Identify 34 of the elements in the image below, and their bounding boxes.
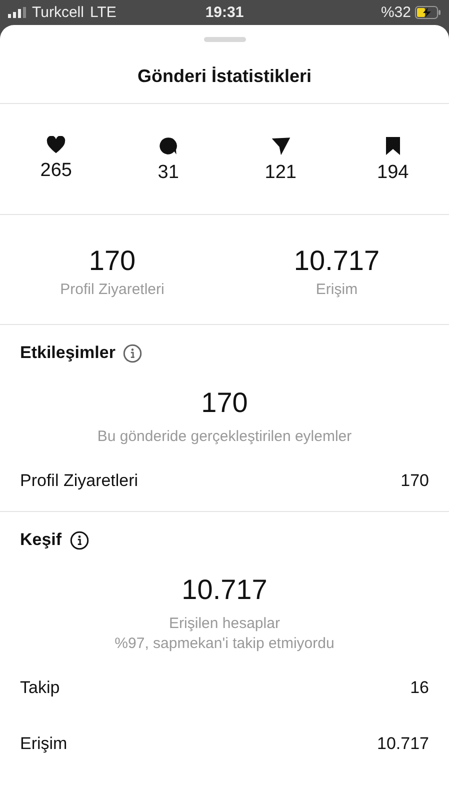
stat-count: 194: [377, 162, 409, 184]
bookmark-icon: [384, 136, 401, 156]
row-label: Profil Ziyaretleri: [20, 471, 138, 491]
carrier-name: Turkcell: [32, 4, 84, 21]
info-icon[interactable]: [70, 530, 89, 550]
caption: Bu gönderide gerçekleştirilen eylemler: [97, 428, 352, 445]
stat-count: 121: [264, 162, 296, 184]
paper-plane-icon: [270, 136, 291, 156]
battery-charging-icon: [415, 6, 441, 19]
caption: %97, sapmekan'i takip etmiyordu: [114, 635, 334, 652]
caption: Erişilen hesaplar: [169, 615, 280, 632]
metric-value: 10.717: [294, 245, 380, 277]
section-value: 10.717: [182, 574, 268, 606]
section-title: Keşif: [20, 530, 62, 550]
row-value: 10.717: [377, 734, 429, 754]
signal-icon: [8, 7, 26, 18]
stat-count: 265: [40, 160, 72, 182]
row-label: Takip: [20, 678, 60, 698]
speech-bubble-icon: [158, 136, 178, 156]
battery-percent: %32: [380, 4, 411, 21]
heart-icon: [46, 136, 66, 154]
sheet-title: Gönderi İstatistikleri: [136, 65, 313, 88]
metric-label: Erişim: [316, 281, 358, 298]
metric-value: 170: [88, 245, 136, 277]
row-value: 16: [410, 678, 429, 698]
row-value: 170: [400, 471, 429, 491]
section-value: 170: [201, 387, 248, 419]
network-type: LTE: [90, 4, 116, 21]
clock: 19:31: [205, 4, 244, 21]
section-title: Etkileşimler: [20, 343, 116, 363]
metric-label: Profil Ziyaretleri: [60, 281, 164, 298]
stat-count: 31: [158, 162, 179, 184]
drag-handle[interactable]: [204, 37, 246, 42]
row-label: Erişim: [20, 734, 68, 754]
